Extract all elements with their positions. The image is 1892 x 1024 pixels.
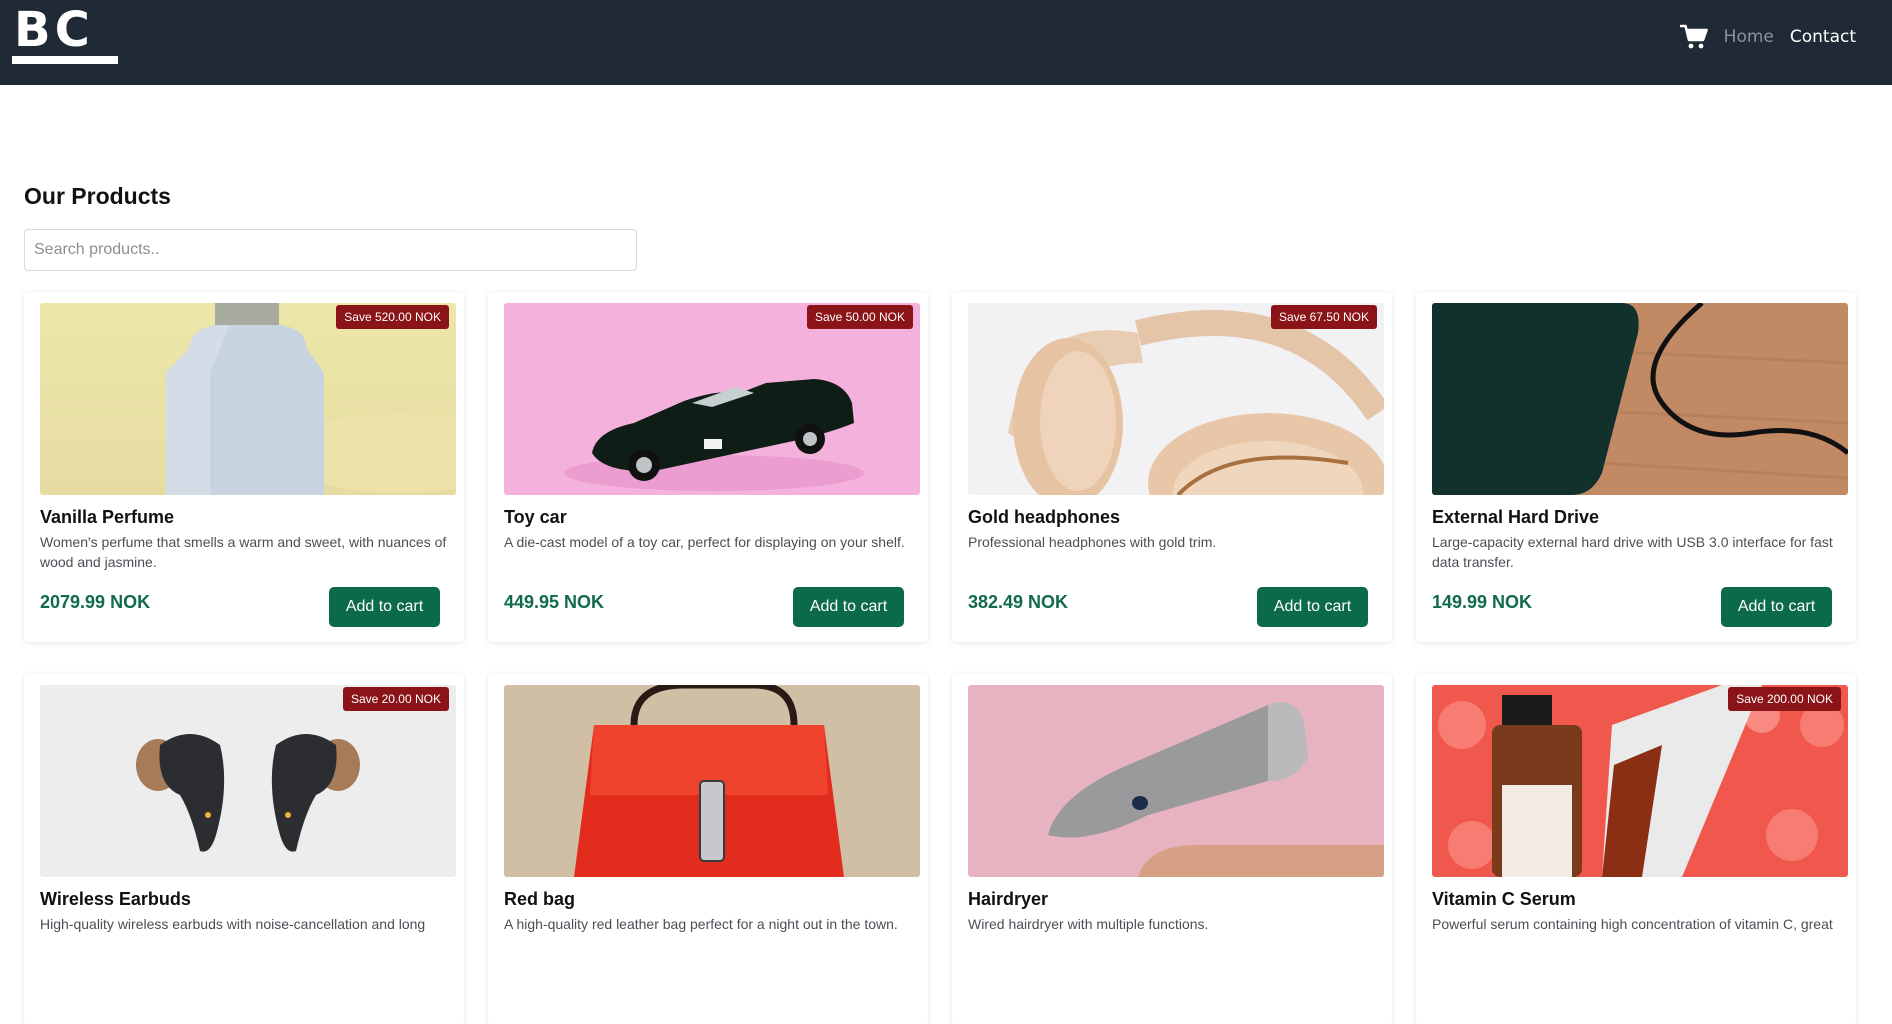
- product-card-vitamin-c-serum[interactable]: Save 200.00 NOK Vitamin C Serum Powerful…: [1416, 674, 1856, 1024]
- discount-badge: Save 67.50 NOK: [1270, 305, 1377, 329]
- product-card-hairdryer[interactable]: Hairdryer Wired hairdryer with multiple …: [952, 674, 1392, 1024]
- product-description: A high-quality red leather bag perfect f…: [504, 916, 898, 932]
- product-card-toy-car[interactable]: Save 50.00 NOK Toy car A die-cast model …: [488, 292, 928, 642]
- product-price: 449.95 NOK: [504, 592, 605, 612]
- logo-underline: [12, 56, 118, 64]
- product-name: Vanilla Perfume: [40, 507, 175, 527]
- product-name: Gold headphones: [968, 507, 1121, 527]
- product-card-external-hard-drive[interactable]: External Hard Drive Large-capacity exter…: [1416, 292, 1856, 642]
- product-description: Wired hairdryer with multiple functions.: [968, 916, 1209, 932]
- product-description: Powerful serum containing high concentra…: [1432, 916, 1833, 932]
- product-image-serum[interactable]: Save 200.00 NOK: [1432, 685, 1848, 877]
- product-card-vanilla-perfume[interactable]: Save 520.00 NOK Vanilla Perfume Women's …: [24, 292, 464, 642]
- nav-home-link[interactable]: Home: [1724, 27, 1774, 47]
- product-image-perfume[interactable]: Save 520.00 NOK: [40, 303, 456, 495]
- product-name: Wireless Earbuds: [40, 889, 191, 909]
- product-image-red-bag[interactable]: [504, 685, 920, 877]
- add-to-cart-button[interactable]: Add to cart: [1257, 587, 1368, 627]
- discount-badge: Save 20.00 NOK: [342, 687, 449, 711]
- product-grid: Save 520.00 NOK Vanilla Perfume Women's …: [24, 292, 1864, 1024]
- product-name: Vitamin C Serum: [1432, 889, 1576, 909]
- nav-links: Home Contact: [1679, 22, 1856, 52]
- search-input[interactable]: [24, 229, 637, 271]
- product-description: High-quality wireless earbuds with noise…: [40, 916, 426, 932]
- product-description: Women's perfume that smells a warm and s…: [40, 534, 447, 570]
- logo-text: BC: [14, 2, 94, 58]
- add-to-cart-button[interactable]: Add to cart: [793, 587, 904, 627]
- add-to-cart-button[interactable]: Add to cart: [329, 587, 440, 627]
- product-image-hard-drive[interactable]: [1432, 303, 1848, 495]
- product-image-earbuds[interactable]: Save 20.00 NOK: [40, 685, 456, 877]
- navbar: BC Home Contact: [0, 0, 1892, 85]
- product-image-toy-car[interactable]: Save 50.00 NOK: [504, 303, 920, 495]
- product-name: Red bag: [504, 889, 576, 909]
- product-name: External Hard Drive: [1432, 507, 1600, 527]
- product-card-wireless-earbuds[interactable]: Save 20.00 NOK Wireless Earbuds High-qua…: [24, 674, 464, 1024]
- add-to-cart-button[interactable]: Add to cart: [1721, 587, 1832, 627]
- nav-contact-link[interactable]: Contact: [1790, 27, 1856, 47]
- product-card-red-bag[interactable]: Red bag A high-quality red leather bag p…: [488, 674, 928, 1024]
- discount-badge: Save 520.00 NOK: [336, 305, 449, 329]
- product-price: 2079.99 NOK: [40, 592, 151, 612]
- product-name: Toy car: [504, 507, 567, 527]
- product-price: 382.49 NOK: [968, 592, 1069, 612]
- brand-logo[interactable]: BC: [12, 2, 120, 66]
- cart-icon[interactable]: [1679, 24, 1708, 50]
- product-image-headphones[interactable]: Save 67.50 NOK: [968, 303, 1384, 495]
- discount-badge: Save 50.00 NOK: [806, 305, 913, 329]
- product-price: 149.99 NOK: [1432, 592, 1533, 612]
- product-description: Large-capacity external hard drive with …: [1432, 534, 1833, 570]
- product-description: Professional headphones with gold trim.: [968, 534, 1217, 550]
- product-description: A die-cast model of a toy car, perfect f…: [504, 534, 905, 550]
- product-image-hairdryer[interactable]: [968, 685, 1384, 877]
- page-title: Our Products: [24, 183, 171, 209]
- product-name: Hairdryer: [968, 889, 1049, 909]
- product-card-gold-headphones[interactable]: Save 67.50 NOK Gold headphones Professio…: [952, 292, 1392, 642]
- discount-badge: Save 200.00 NOK: [1728, 687, 1841, 711]
